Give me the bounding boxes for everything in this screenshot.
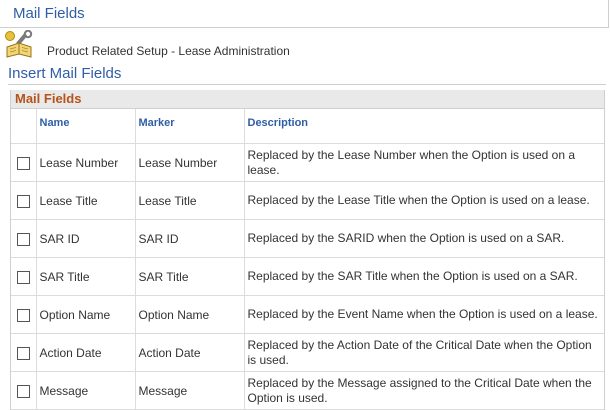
page-title: Mail Fields [13,5,85,22]
row-checkbox[interactable] [16,308,30,322]
breadcrumb-text: Product Related Setup - Lease Administra… [47,44,290,58]
description-cell: Replaced by the Lease Title when the Opt… [244,181,604,220]
row-select-cell [11,143,37,182]
description-cell: Replaced by the Message assigned to the … [244,371,604,410]
name-column-header[interactable]: Name [36,109,136,144]
name-cell: Action Date [36,333,136,372]
row-checkbox[interactable] [16,384,30,398]
row-checkbox[interactable] [16,270,30,284]
description-column-header[interactable]: Description [244,109,604,144]
row-select-cell [11,181,37,220]
name-cell: Lease Title [36,181,136,220]
marker-column-header[interactable]: Marker [135,109,245,144]
breadcrumb: Product Related Setup - Lease Administra… [4,29,604,60]
section-title: Insert Mail Fields [8,65,122,82]
description-cell: Replaced by the Action Date of the Criti… [244,333,604,372]
marker-cell: Lease Title [135,181,245,220]
name-cell: Message [36,371,136,410]
table-row: Message Message Replaced by the Message … [11,371,604,410]
table-row: SAR ID SAR ID Replaced by the SARID when… [11,219,604,258]
table-row: Lease Number Lease Number Replaced by th… [11,143,604,182]
row-select-cell [11,219,37,258]
description-cell: Replaced by the SARID when the Option is… [244,219,604,258]
marker-cell: Option Name [135,295,245,334]
marker-cell: SAR Title [135,257,245,296]
row-checkbox[interactable] [16,232,30,246]
name-cell: Option Name [36,295,136,334]
marker-cell: SAR ID [135,219,245,258]
description-cell: Replaced by the SAR Title when the Optio… [244,257,604,296]
name-cell: SAR Title [36,257,136,296]
marker-cell: Action Date [135,333,245,372]
grid-title: Mail Fields [11,90,604,109]
marker-cell: Lease Number [135,143,245,182]
row-checkbox[interactable] [16,194,30,208]
table-header-row: Name Marker Description [11,109,604,144]
page: Mail Fields Product Related Setup - Leas… [0,0,610,410]
table-row: Action Date Action Date Replaced by the … [11,333,604,372]
name-cell: Lease Number [36,143,136,182]
row-select-cell [11,333,37,372]
name-cell: SAR ID [36,219,136,258]
marker-cell: Message [135,371,245,410]
row-select-cell [11,371,37,410]
description-cell: Replaced by the Event Name when the Opti… [244,295,604,334]
mail-fields-grid: Mail Fields Name Marker Description Leas… [10,90,605,410]
table-row: Option Name Option Name Replaced by the … [11,295,604,334]
row-select-cell [11,257,37,296]
select-column-header [11,109,37,144]
row-checkbox[interactable] [16,346,30,360]
table-row: SAR Title SAR Title Replaced by the SAR … [11,257,604,296]
table-row: Lease Title Lease Title Replaced by the … [11,181,604,220]
row-select-cell [11,295,37,334]
description-cell: Replaced by the Lease Number when the Op… [244,143,604,182]
page-header: Mail Fields [0,0,609,28]
mail-fields-table: Name Marker Description Lease Number Lea… [11,109,604,410]
section-divider [8,84,606,85]
row-checkbox[interactable] [16,156,30,170]
book-wrench-icon [4,29,40,60]
